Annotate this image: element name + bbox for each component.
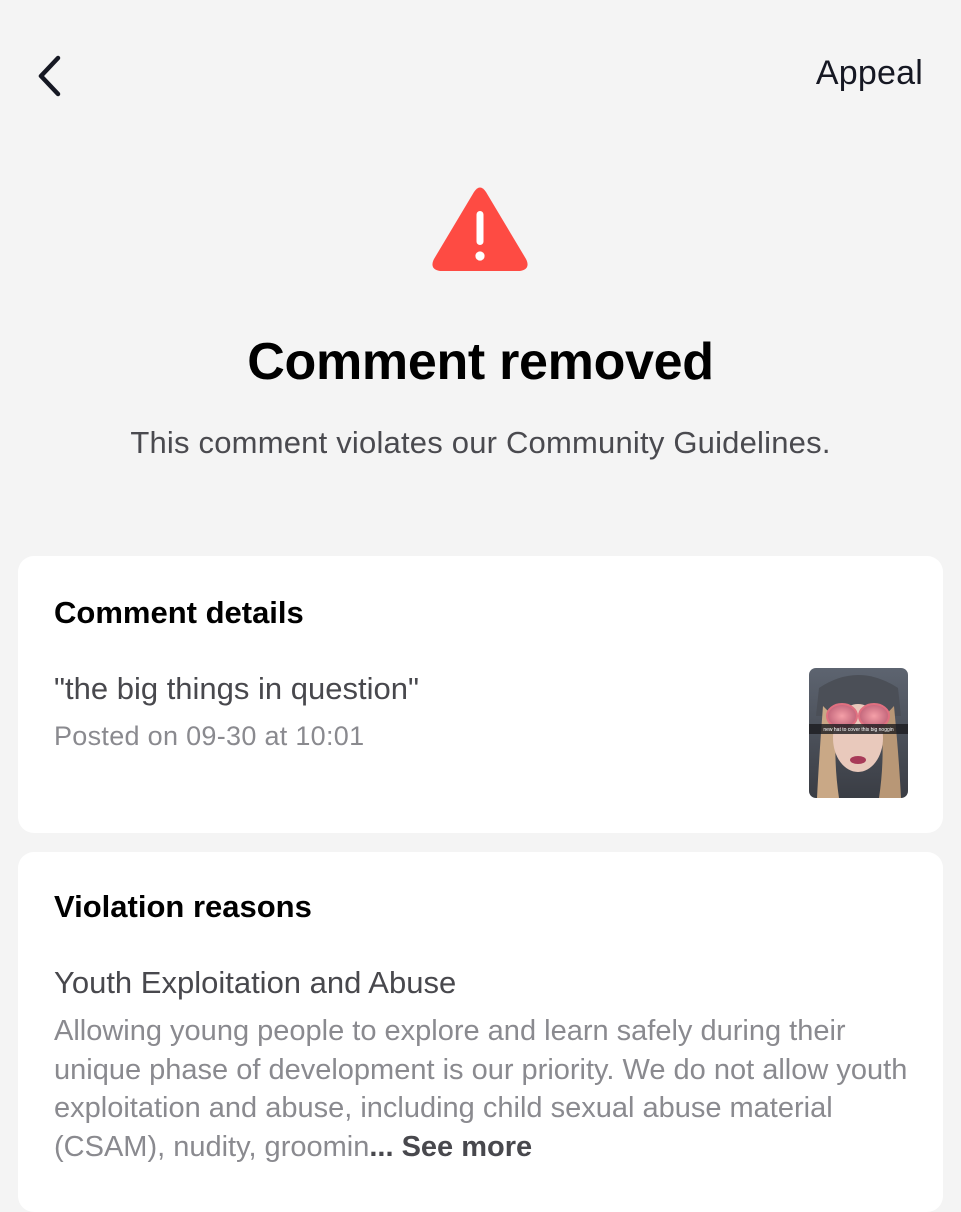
comment-details-heading: Comment details [54, 595, 304, 630]
comment-text: "the big things in question" [54, 671, 419, 706]
thumbnail-caption: new hat to cover this big noggin [823, 727, 894, 733]
posted-timestamp: Posted on 09-30 at 10:01 [54, 721, 365, 751]
page-title: Comment removed [247, 333, 714, 391]
violation-reasons-card: Violation reasons Youth Exploitation and… [18, 852, 943, 1212]
appeal-button[interactable]: Appeal [816, 54, 923, 93]
comment-details-card: Comment details "the big things in quest… [18, 556, 943, 833]
see-more-link[interactable]: See more [402, 1131, 533, 1163]
ellipsis: ... [369, 1130, 394, 1163]
chevron-left-icon [38, 55, 61, 97]
violation-reason-title: Youth Exploitation and Abuse [54, 965, 457, 1000]
page-subtitle: This comment violates our Community Guid… [130, 425, 831, 460]
violation-reason-text: Allowing young people to explore and lea… [54, 1012, 914, 1166]
top-bar: Appeal [0, 0, 961, 150]
violation-reasons-heading: Violation reasons [54, 889, 312, 924]
warning-triangle-icon [432, 187, 528, 271]
video-thumbnail[interactable]: new hat to cover this big noggin [809, 668, 908, 798]
thumbnail-image: new hat to cover this big noggin [809, 668, 908, 798]
back-button[interactable] [28, 52, 72, 100]
